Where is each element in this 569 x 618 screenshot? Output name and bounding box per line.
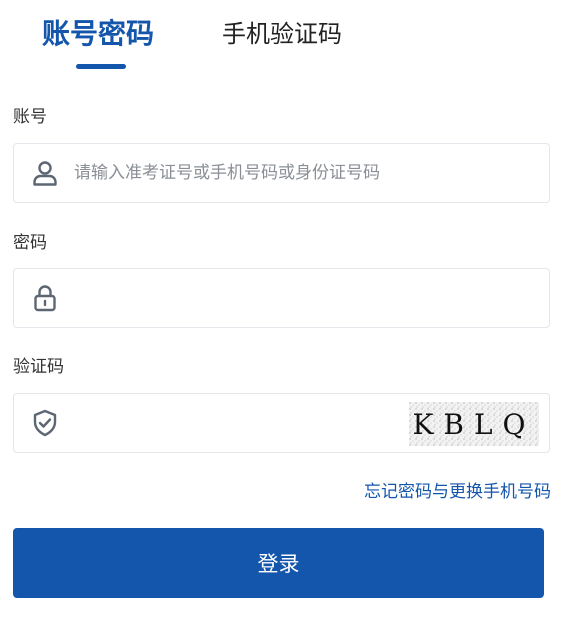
captcha-text: KBLQ — [412, 408, 535, 441]
account-input[interactable] — [74, 144, 534, 202]
lock-icon — [30, 283, 60, 313]
password-label: 密码 — [13, 233, 47, 253]
password-field[interactable] — [13, 268, 550, 328]
forgot-password-link[interactable]: 忘记密码与更换手机号码 — [364, 477, 551, 502]
shield-check-icon — [30, 408, 60, 438]
captcha-field[interactable]: KBLQ — [13, 393, 550, 453]
tab-sms-code[interactable]: 手机验证码 — [222, 14, 342, 49]
password-input[interactable] — [74, 269, 534, 327]
tab-account-password[interactable]: 账号密码 — [42, 12, 154, 52]
account-field[interactable] — [13, 143, 550, 203]
user-icon — [30, 158, 60, 188]
login-button[interactable]: 登录 — [13, 528, 544, 598]
captcha-image[interactable]: KBLQ — [409, 402, 539, 446]
captcha-label: 验证码 — [13, 357, 64, 377]
active-tab-indicator — [76, 64, 126, 69]
account-label: 账号 — [13, 107, 47, 127]
captcha-input[interactable] — [74, 394, 404, 452]
login-tabs: 账号密码 手机验证码 — [0, 0, 569, 72]
